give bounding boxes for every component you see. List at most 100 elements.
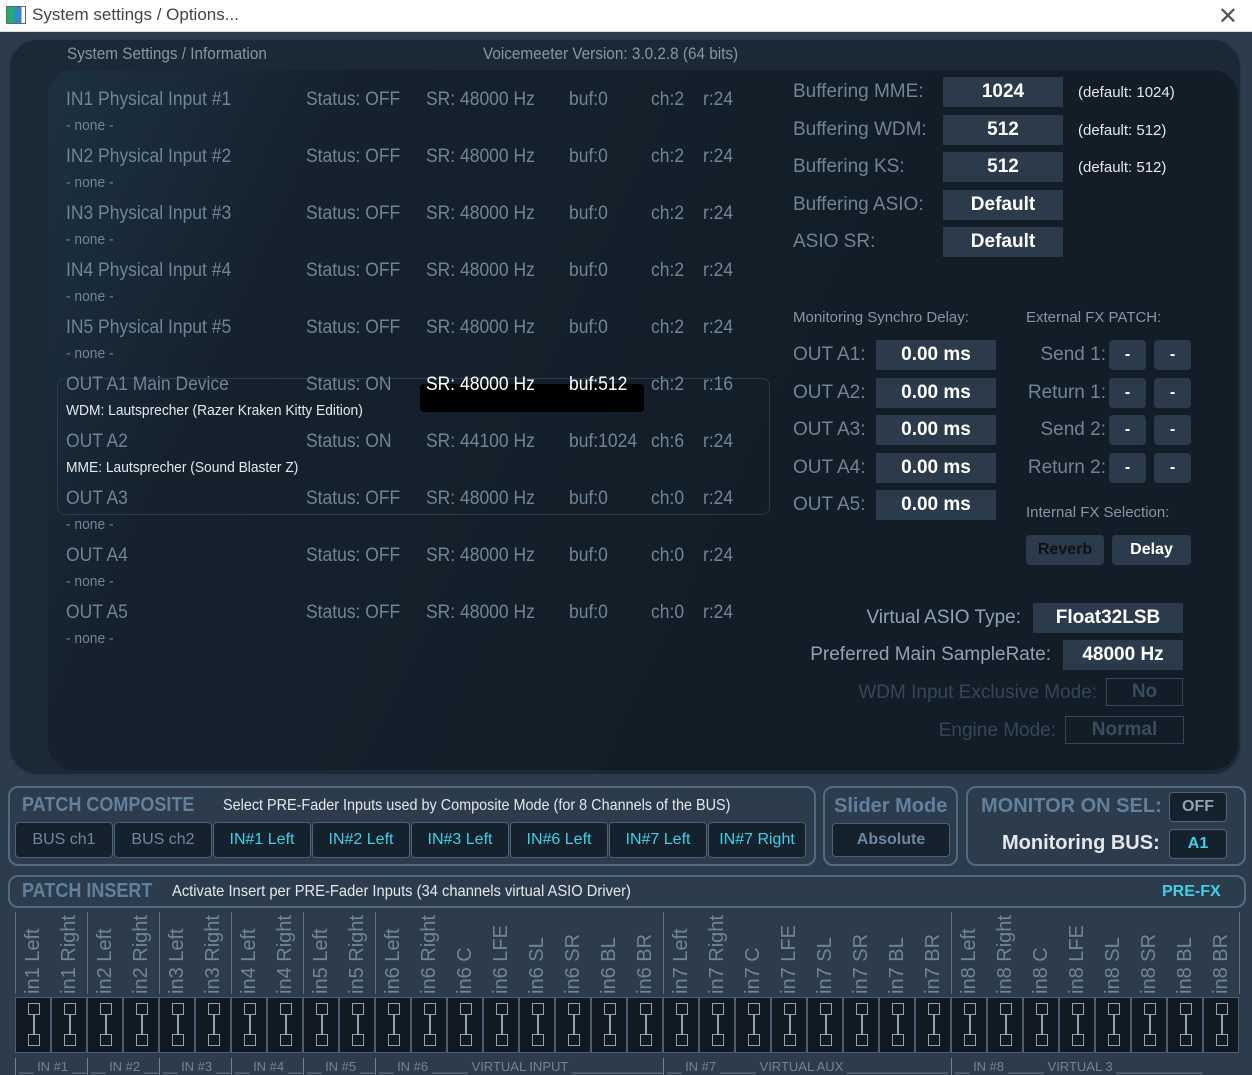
insert-channel-label: in6 Left	[375, 912, 411, 994]
insert-toggle[interactable]	[87, 997, 123, 1053]
insert-toggle-bar	[177, 1015, 179, 1035]
insert-toggle-icon	[1072, 1003, 1084, 1015]
channel-name: in6 Left	[382, 928, 404, 994]
fx-patch-channel-a[interactable]: -	[1109, 340, 1146, 370]
insert-toggle[interactable]	[699, 997, 735, 1053]
insert-toggle[interactable]	[123, 997, 159, 1053]
device-buf: buf:1024	[569, 431, 638, 452]
fx-patch-channel-b[interactable]: -	[1154, 377, 1191, 408]
sync-delay-value[interactable]: 0.00 ms	[876, 490, 996, 520]
insert-toggle[interactable]	[555, 997, 591, 1053]
insert-toggle-bar	[393, 1015, 395, 1035]
preferred-samplerate-button[interactable]: 48000 Hz	[1063, 640, 1183, 670]
panel-title: System Settings / Information	[67, 44, 267, 63]
insert-toggle[interactable]	[663, 997, 699, 1053]
insert-channel-label: in7 BR	[915, 912, 951, 994]
device-buf: buf:0	[569, 203, 608, 224]
delay-button[interactable]: Delay	[1112, 535, 1191, 565]
insert-toggle[interactable]	[951, 997, 987, 1053]
device-driver[interactable]: - none -	[66, 345, 114, 362]
fx-patch-channel-b[interactable]: -	[1154, 415, 1191, 445]
insert-toggle[interactable]	[15, 997, 51, 1053]
fx-patch-channel-a[interactable]: -	[1109, 377, 1146, 408]
buffering-value[interactable]: Default	[943, 227, 1063, 257]
device-channels: ch:0	[651, 488, 685, 509]
engine-mode-label: Engine Mode:	[938, 720, 1056, 741]
device-driver[interactable]: WDM: Lautsprecher (Razer Kraken Kitty Ed…	[66, 402, 363, 419]
device-channels: ch:2	[651, 146, 685, 167]
fx-patch-channel-a[interactable]: -	[1109, 415, 1146, 445]
insert-toggle-icon	[856, 1034, 868, 1046]
device-driver[interactable]: - none -	[66, 174, 114, 191]
insert-toggle[interactable]	[1095, 997, 1131, 1053]
monitor-on-sel-button[interactable]: OFF	[1169, 792, 1227, 822]
insert-toggle-bar	[69, 1015, 71, 1035]
slider-mode-button[interactable]: Absolute	[832, 823, 950, 857]
device-sr: SR: 48000 Hz	[426, 488, 535, 509]
buffering-value[interactable]: 512	[943, 152, 1063, 182]
channel-name: in2 Left	[94, 928, 116, 994]
insert-toggle-icon	[1072, 1034, 1084, 1046]
channel-name: in5 Right	[346, 915, 368, 994]
buffering-value[interactable]: 1024	[943, 77, 1063, 107]
insert-toggle-icon	[1216, 1003, 1228, 1015]
insert-toggle[interactable]	[159, 997, 195, 1053]
monitoring-bus-button[interactable]: A1	[1169, 829, 1227, 859]
sync-delay-value[interactable]: 0.00 ms	[876, 415, 996, 445]
insert-toggle[interactable]	[771, 997, 807, 1053]
asio-type-button[interactable]: Float32LSB	[1033, 603, 1183, 633]
insert-toggle-icon	[676, 1034, 688, 1046]
insert-group-label: __ IN #5 __	[303, 1058, 375, 1075]
insert-toggle[interactable]	[879, 997, 915, 1053]
insert-channel-label: in6 Right	[411, 912, 447, 994]
insert-toggle[interactable]	[231, 997, 267, 1053]
buffering-value[interactable]: Default	[943, 189, 1063, 220]
buffering-value[interactable]: 512	[943, 114, 1063, 145]
insert-toggle[interactable]	[807, 997, 843, 1053]
insert-toggle[interactable]	[843, 997, 879, 1053]
insert-toggle[interactable]	[195, 997, 231, 1053]
insert-toggle[interactable]	[51, 997, 87, 1053]
sync-delay-value[interactable]: 0.00 ms	[876, 340, 996, 370]
insert-toggle[interactable]	[1167, 997, 1203, 1053]
device-driver[interactable]: - none -	[66, 117, 114, 134]
fx-patch-channel-b[interactable]: -	[1154, 452, 1191, 483]
insert-toggle[interactable]	[1059, 997, 1095, 1053]
insert-toggle[interactable]	[375, 997, 411, 1053]
device-driver[interactable]: MME: Lautsprecher (Sound Blaster Z)	[66, 459, 298, 476]
device-name: OUT A5	[66, 602, 128, 623]
device-driver[interactable]: - none -	[66, 573, 114, 590]
patch-insert-title: PATCH INSERT	[22, 880, 153, 902]
insert-toggle[interactable]	[627, 997, 663, 1053]
group-divider	[375, 912, 376, 994]
insert-toggle[interactable]	[483, 997, 519, 1053]
reverb-button[interactable]: Reverb	[1026, 535, 1104, 565]
insert-toggle[interactable]	[411, 997, 447, 1053]
insert-toggle[interactable]	[519, 997, 555, 1053]
insert-toggle[interactable]	[303, 997, 339, 1053]
insert-toggle[interactable]	[1203, 997, 1239, 1053]
sync-out-label: OUT A3:	[793, 419, 866, 440]
fx-patch-channel-a[interactable]: -	[1109, 452, 1146, 483]
pre-fx-button[interactable]: PRE-FX	[1162, 883, 1221, 901]
insert-toggle[interactable]	[267, 997, 303, 1053]
insert-toggle[interactable]	[915, 997, 951, 1053]
device-driver[interactable]: - none -	[66, 288, 114, 305]
device-driver[interactable]: - none -	[66, 231, 114, 248]
sync-delay-value[interactable]: 0.00 ms	[876, 452, 996, 483]
fx-patch-channel-b[interactable]: -	[1154, 340, 1191, 370]
insert-toggle[interactable]	[1023, 997, 1059, 1053]
device-driver[interactable]: - none -	[66, 630, 114, 647]
insert-toggle[interactable]	[339, 997, 375, 1053]
insert-toggle-bar	[285, 1015, 287, 1035]
insert-toggle[interactable]	[591, 997, 627, 1053]
insert-toggle[interactable]	[447, 997, 483, 1053]
device-driver[interactable]: - none -	[66, 516, 114, 533]
insert-group-label: __ IN #2 __	[87, 1058, 159, 1075]
channel-name: in5 Left	[310, 928, 332, 994]
insert-toggle[interactable]	[735, 997, 771, 1053]
sync-delay-value[interactable]: 0.00 ms	[876, 377, 996, 408]
insert-toggle[interactable]	[987, 997, 1023, 1053]
close-icon[interactable]: ✕	[1218, 2, 1238, 31]
insert-toggle[interactable]	[1131, 997, 1167, 1053]
